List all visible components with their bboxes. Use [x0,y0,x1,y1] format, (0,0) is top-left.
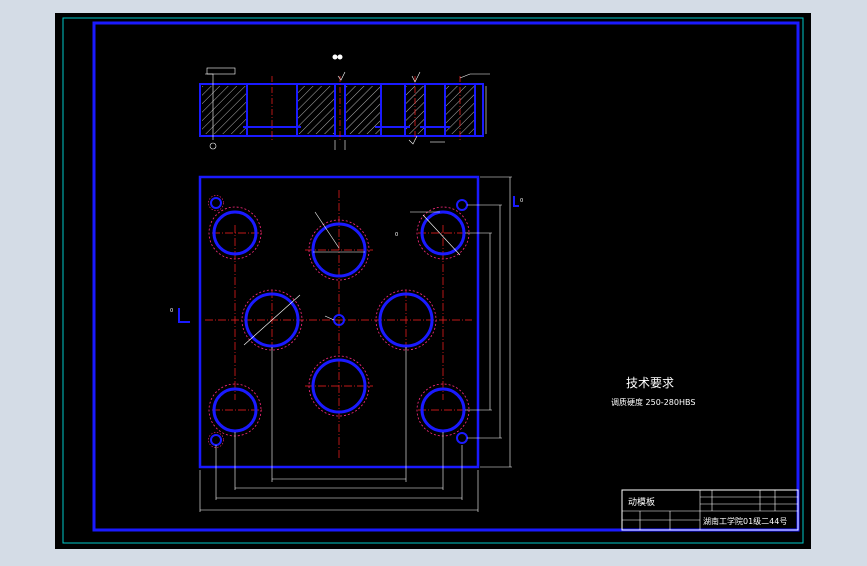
hatch-block [202,86,247,134]
cad-viewport: 0 0 0 技术要求 调质硬度 250-280HBS 动模板 湖南工学院01级二… [0,0,867,562]
hatch-block [297,86,335,134]
tech-note: 调质硬度 250-280HBS [611,397,695,407]
tech-title: 技术要求 [626,376,674,390]
drawing-sheet [55,13,811,549]
svg-text:0: 0 [170,308,173,314]
svg-text:0: 0 [520,198,523,204]
title-footer: 湖南工学院01级二44号 [703,516,787,526]
part-name: 动模板 [628,496,655,508]
svg-text:0: 0 [395,232,398,238]
drawing-canvas: 0 0 0 技术要求 调质硬度 250-280HBS 动模板 湖南工学院01级二… [55,13,811,549]
